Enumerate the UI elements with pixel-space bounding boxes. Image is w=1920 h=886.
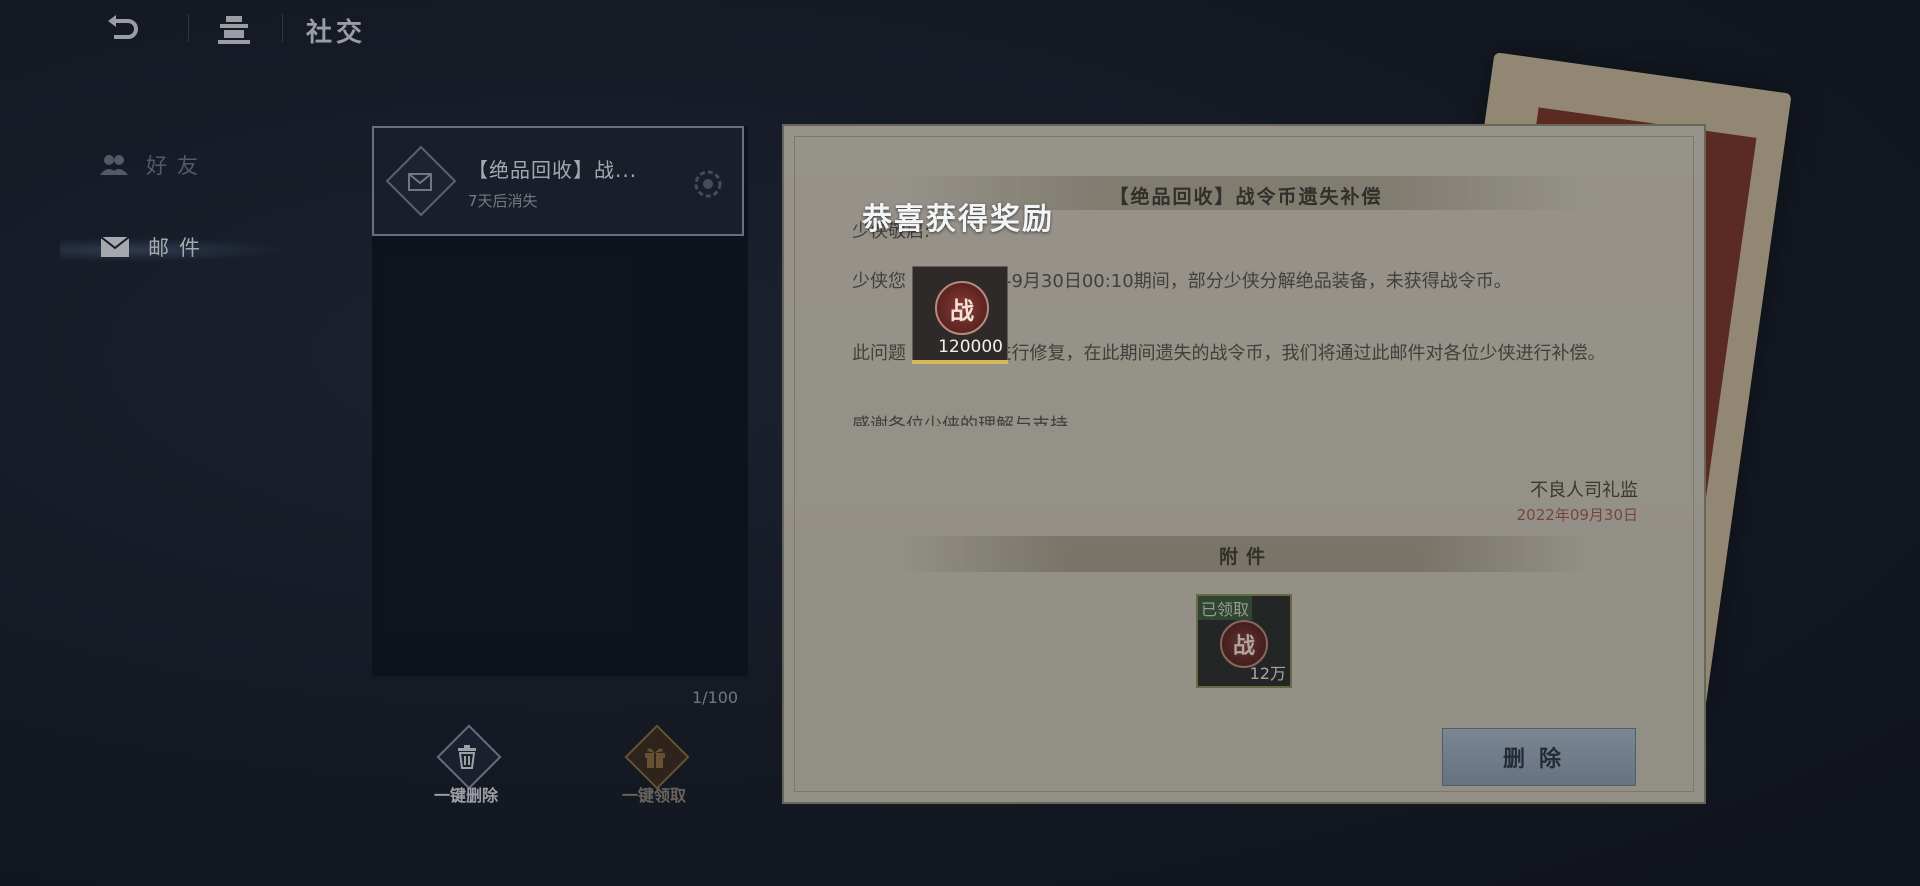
reward-item[interactable]: 战 120000 xyxy=(912,266,1008,362)
reward-highlight-bar xyxy=(912,360,1008,364)
item-quantity: 120000 xyxy=(938,337,1003,357)
popup-overlay[interactable] xyxy=(0,0,1920,886)
battle-token-icon: 战 xyxy=(935,281,989,335)
reward-popup-title: 恭喜获得奖励 xyxy=(862,202,1054,237)
